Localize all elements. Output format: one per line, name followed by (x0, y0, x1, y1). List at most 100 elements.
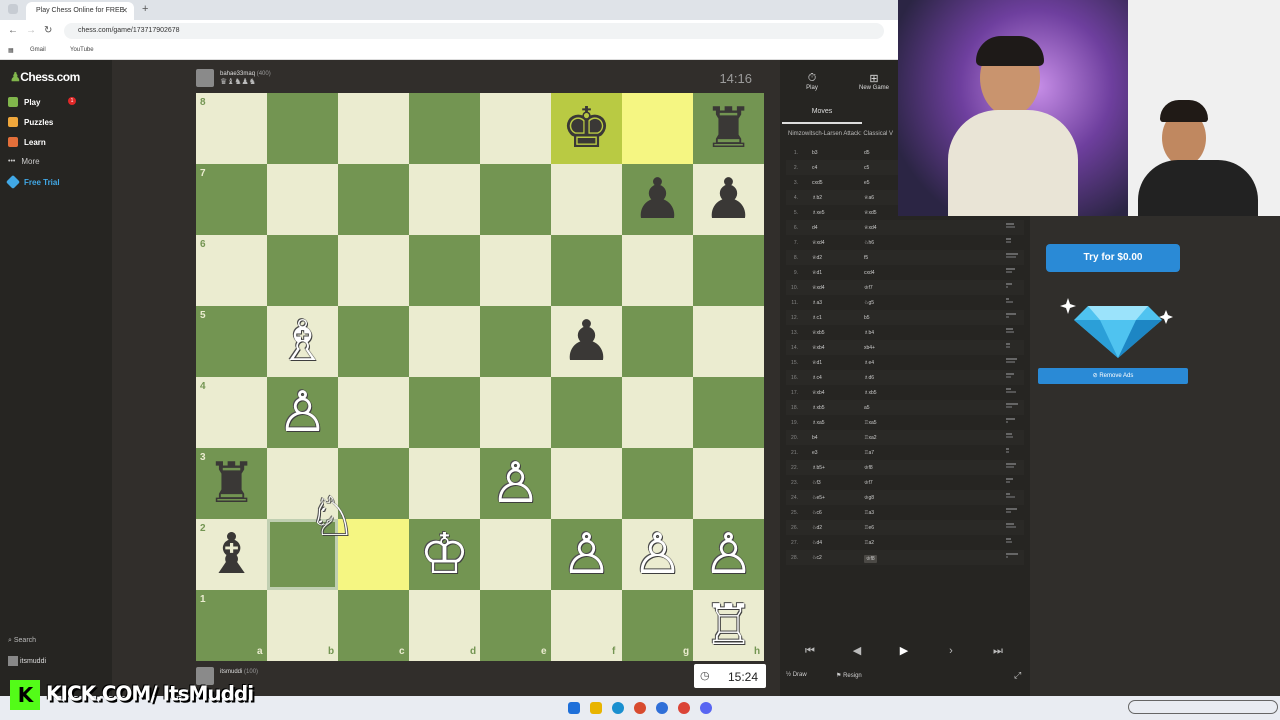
black-move[interactable]: f5 (864, 255, 868, 261)
sidebar-item-play[interactable]: Play (8, 97, 40, 107)
close-tab-icon[interactable]: ✕ (121, 6, 128, 15)
sidebar-item-free-trial[interactable]: Free Trial (5, 174, 60, 190)
piece-black-f8[interactable]: ♚ (551, 93, 622, 164)
black-move[interactable]: ♕a6 (864, 195, 874, 201)
piece-white-b5[interactable]: ♗ (267, 306, 338, 377)
square-h5[interactable] (693, 306, 764, 377)
chrome-icon[interactable] (678, 702, 690, 714)
square-c4[interactable] (338, 377, 409, 448)
white-move[interactable]: ♕xd4 (812, 240, 825, 246)
black-move[interactable]: ♗b4 (864, 330, 874, 336)
white-move[interactable]: cxd5 (812, 180, 823, 186)
resign-button[interactable]: ⚑ Resign (836, 672, 862, 679)
black-move[interactable]: ♖a3 (864, 510, 874, 516)
square-f7[interactable] (551, 164, 622, 235)
black-move[interactable]: xb4+ (864, 345, 875, 351)
white-move[interactable]: ♗c1 (812, 315, 822, 321)
previous-move-button[interactable]: ◀ (835, 640, 879, 662)
square-d8[interactable] (409, 93, 480, 164)
square-d4[interactable] (409, 377, 480, 448)
player-name[interactable]: itsmuddi (220, 669, 242, 675)
sidebar-item-learn[interactable]: Learn (8, 137, 46, 147)
remove-ads-button[interactable]: ⊘ Remove Ads (1038, 368, 1188, 384)
black-move[interactable]: ♖a7 (864, 450, 874, 456)
try-free-button[interactable]: Try for $0.00 (1046, 244, 1180, 272)
black-move[interactable]: a5 (864, 405, 870, 411)
browser-tab[interactable]: Play Chess Online for FREE ✕ (26, 2, 134, 20)
piece-black-h8[interactable]: ♜ (693, 93, 764, 164)
white-move[interactable]: ♕xb4 (812, 390, 825, 396)
square-c6[interactable] (338, 235, 409, 306)
apps-icon[interactable]: ▦ (8, 47, 14, 54)
chess-board[interactable]: 8 7 6 5 4 3 2 1 a b c d e f g h ♚ ♜ ♟ ♟ ♗ ♟ ♙ ♜ ♙ ♝ ♔ ♙ ♙ ♙ ♖ ♘ (196, 93, 764, 661)
square-b6[interactable] (267, 235, 338, 306)
white-move[interactable]: ♘c6 (812, 510, 822, 516)
square-d7[interactable] (409, 164, 480, 235)
url-field[interactable]: chess.com/game/173717902678 (64, 23, 884, 39)
square-d5[interactable] (409, 306, 480, 377)
tab-play[interactable]: ⏱ Play (792, 72, 832, 91)
sidebar-user[interactable]: itsmuddi (8, 656, 46, 666)
black-move[interactable]: ♕xd5 (864, 210, 877, 216)
square-a8[interactable] (196, 93, 267, 164)
black-move[interactable]: ♔f7 (864, 480, 873, 486)
white-move[interactable]: ♗xa5 (812, 420, 825, 426)
black-move[interactable]: c5 (864, 165, 869, 171)
white-move[interactable]: b4 (812, 435, 818, 441)
piece-white-d2[interactable]: ♔ (409, 519, 480, 590)
square-d3[interactable] (409, 448, 480, 519)
black-move[interactable]: ♔g8 (864, 495, 874, 501)
folder-icon[interactable] (590, 702, 602, 714)
square-g4[interactable] (622, 377, 693, 448)
last-move-button[interactable]: ⏭ (976, 640, 1020, 662)
piece-black-a2[interactable]: ♝ (196, 519, 267, 590)
next-move-button[interactable]: › (929, 640, 973, 662)
black-move[interactable]: ♖xa2 (864, 435, 877, 441)
black-move[interactable]: b5 (864, 315, 870, 321)
first-move-button[interactable]: ⏮ (788, 640, 832, 662)
flip-board-icon[interactable]: ⤢ (1014, 670, 1021, 681)
black-move[interactable]: ♖a2 (864, 540, 874, 546)
white-move[interactable]: ♗xb5 (812, 405, 825, 411)
black-move[interactable]: ♗e4 (864, 360, 874, 366)
square-e4[interactable] (480, 377, 551, 448)
black-move[interactable]: ♔f7 (864, 285, 873, 291)
sidebar-search[interactable]: ⌕ Search (8, 637, 36, 645)
black-move[interactable]: ♘h6 (864, 240, 874, 246)
play-moves-button[interactable]: ▶ (882, 640, 926, 662)
black-move[interactable]: ♗xb5 (864, 390, 877, 396)
black-move[interactable]: ♖xa5 (864, 420, 877, 426)
white-move[interactable]: ♘d4 (812, 540, 822, 546)
piece-white-h1[interactable]: ♖ (693, 590, 764, 661)
square-c7[interactable] (338, 164, 409, 235)
square-b8[interactable] (267, 93, 338, 164)
square-e7[interactable] (480, 164, 551, 235)
start-icon[interactable] (568, 702, 580, 714)
white-move[interactable]: ♗a3 (812, 300, 822, 306)
white-move[interactable]: ♕d1 (812, 360, 822, 366)
white-move[interactable]: b3 (812, 150, 818, 156)
back-icon[interactable]: ← (8, 25, 18, 36)
tab-new-game[interactable]: ⊞ New Game (854, 72, 894, 91)
forward-icon[interactable]: → (26, 25, 36, 36)
white-move[interactable]: ♕d2 (812, 255, 822, 261)
white-move[interactable]: ♘d2 (812, 525, 822, 531)
square-g6[interactable] (622, 235, 693, 306)
square-f4[interactable] (551, 377, 622, 448)
bookmark-youtube[interactable]: YouTube (70, 47, 94, 53)
chrome-icon[interactable] (656, 702, 668, 714)
white-move[interactable]: ♕d1 (812, 270, 822, 276)
piece-white-h2[interactable]: ♙ (693, 519, 764, 590)
black-move[interactable]: ♔f8 (864, 555, 877, 563)
black-move[interactable]: cxd4 (864, 270, 875, 276)
chesscom-logo[interactable]: ♟Chess.com (10, 70, 80, 84)
square-f3[interactable] (551, 448, 622, 519)
white-move[interactable]: ♘e5+ (812, 495, 825, 501)
square-b7[interactable] (267, 164, 338, 235)
square-a7[interactable] (196, 164, 267, 235)
piece-white-b4[interactable]: ♙ (267, 377, 338, 448)
piece-white-f2[interactable]: ♙ (551, 519, 622, 590)
square-e5[interactable] (480, 306, 551, 377)
piece-white-g2[interactable]: ♙ (622, 519, 693, 590)
piece-black-h7[interactable]: ♟ (693, 164, 764, 235)
